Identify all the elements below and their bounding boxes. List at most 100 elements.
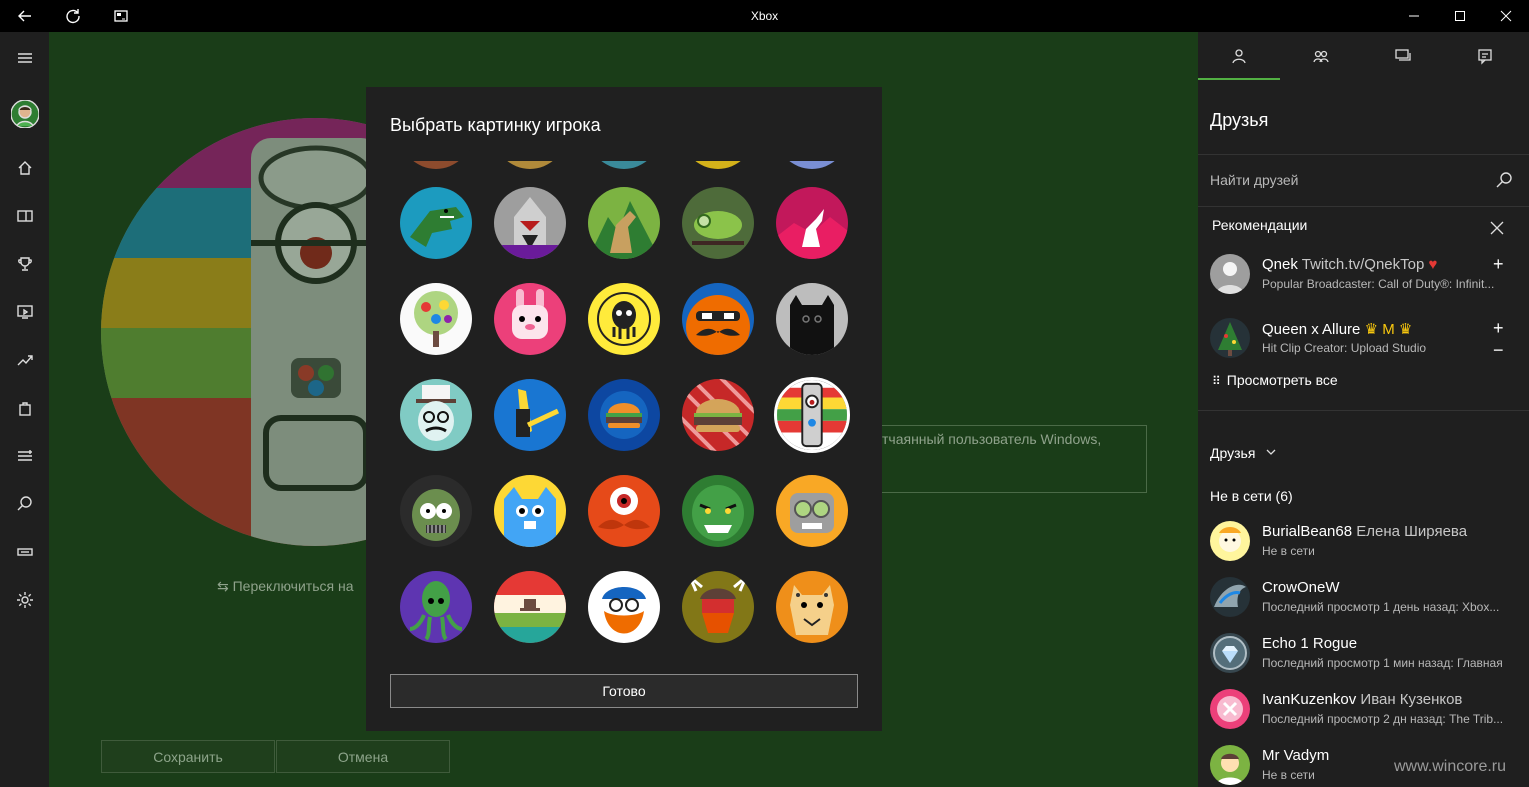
avatar	[1210, 577, 1250, 617]
switch-link-clip: ⇆ Переключиться на	[217, 572, 367, 602]
gamerpic-partial[interactable]	[494, 161, 566, 169]
gamerpic-mustache-face[interactable]	[682, 283, 754, 355]
gamerpic-burger-blue[interactable]	[588, 379, 660, 451]
gamerpic-partial[interactable]	[776, 161, 848, 169]
recommendation-name-line: Qnek Twitch.tv/QnekTop ♥	[1262, 256, 1437, 273]
presence-status: Не в сети	[1262, 544, 1315, 558]
gamerpic-orange-beard[interactable]	[588, 571, 660, 643]
friend-item[interactable]: BurialBean68 Елена Ширяева Не в сети	[1198, 521, 1529, 577]
gamerpic-partial[interactable]	[682, 161, 754, 169]
gamerpic-zombie[interactable]	[400, 475, 472, 547]
find-friends-input[interactable]: Найти друзей	[1210, 172, 1299, 188]
done-button[interactable]: Готово	[390, 674, 858, 708]
gamerpic-chameleon[interactable]	[682, 187, 754, 259]
gamerpic-shark-suit[interactable]	[494, 187, 566, 259]
gamerpic-cyclops[interactable]	[588, 475, 660, 547]
avatar	[1210, 689, 1250, 729]
gamertag: CrowOneW	[1262, 579, 1340, 596]
recommendation-item[interactable]: Queen x Allure ♛ M ♛ Hit Clip Creator: U…	[1198, 318, 1529, 374]
gamerpic-landscape-hat[interactable]	[494, 571, 566, 643]
friend-item[interactable]: CrowOneW Последний просмотр 1 день назад…	[1198, 577, 1529, 633]
choose-gamerpic-dialog: Выбрать картинку игрока Готово	[366, 87, 882, 731]
friends-title: Друзья	[1210, 110, 1269, 130]
divider	[1198, 206, 1529, 207]
gamerpic-cheetah[interactable]	[776, 571, 848, 643]
divider	[1198, 410, 1529, 411]
profile-avatar[interactable]	[0, 90, 49, 138]
connect-icon[interactable]	[0, 528, 49, 576]
trending-icon[interactable]	[0, 336, 49, 384]
window-title: Xbox	[750, 9, 779, 23]
gamerpic-blue-cat[interactable]	[494, 475, 566, 547]
friends-header-label: Друзья	[1210, 445, 1256, 461]
achievements-trophy-icon[interactable]	[0, 240, 49, 288]
recommendation-reason: Popular Broadcaster: Call of Duty®: Infi…	[1262, 277, 1495, 291]
gamerpic-banana-guitar[interactable]	[494, 379, 566, 451]
offline-header: Не в сети (6)	[1210, 488, 1293, 504]
presence-status: Последний просмотр 2 дн назад: The Trib.…	[1262, 712, 1504, 726]
gamerpic-robot-skull[interactable]	[776, 475, 848, 547]
gamerpic-partial[interactable]	[400, 161, 472, 169]
presence-status: Последний просмотр 1 мин назад: Главная	[1262, 656, 1503, 670]
gamerpic-viking[interactable]	[682, 571, 754, 643]
gamerpic-howling-wolf[interactable]	[588, 187, 660, 259]
maximize-button[interactable]	[1437, 0, 1483, 32]
gamerpic-squid[interactable]	[400, 571, 472, 643]
view-all-link[interactable]: ⠿ Просмотреть все	[1212, 372, 1338, 388]
gamerpic-gallery[interactable]	[366, 161, 882, 645]
settings-gear-icon[interactable]	[0, 576, 49, 624]
tab-friends[interactable]	[1198, 32, 1280, 80]
gamerpic-totem-selected[interactable]	[774, 377, 850, 453]
minimize-button[interactable]	[1391, 0, 1437, 32]
recommendation-item[interactable]: Qnek Twitch.tv/QnekTop ♥ Popular Broadca…	[1198, 254, 1529, 310]
friend-name-line: IvanKuzenkov Иван Кузенков	[1262, 691, 1462, 708]
avatar	[1210, 254, 1250, 294]
avatar	[1210, 633, 1250, 673]
game-dvr-icon[interactable]	[0, 288, 49, 336]
home-icon[interactable]	[0, 144, 49, 192]
tab-parties[interactable]	[1280, 32, 1362, 80]
switch-link[interactable]: ⇆ Переключиться на	[217, 578, 354, 595]
gamerpic-black-monster[interactable]	[776, 283, 848, 355]
add-friend-icon[interactable]: +	[1493, 254, 1504, 275]
friend-item[interactable]: Echo 1 Rogue Последний просмотр 1 мин на…	[1198, 633, 1529, 689]
add-friend-icon[interactable]: +	[1493, 318, 1504, 339]
gamerpic-skull-top-hat[interactable]	[400, 379, 472, 451]
left-nav	[0, 32, 49, 787]
save-button[interactable]: Сохранить	[101, 740, 275, 773]
search-icon[interactable]	[1494, 170, 1514, 190]
gamertag: Mr Vadym	[1262, 747, 1330, 764]
clubs-icon[interactable]	[0, 432, 49, 480]
friend-item[interactable]: IvanKuzenkov Иван Кузенков Последний про…	[1198, 689, 1529, 745]
search-icon[interactable]	[0, 480, 49, 528]
real-name: Иван Кузенков	[1360, 691, 1463, 708]
friends-panel: Друзья Найти друзей Рекомендации Qnek Tw…	[1198, 32, 1529, 787]
store-bag-icon[interactable]	[0, 384, 49, 432]
gamertag: BurialBean68	[1262, 523, 1353, 540]
gamertag: IvanKuzenkov	[1262, 691, 1357, 708]
gamerpic-burger-red[interactable]	[682, 379, 754, 451]
close-icon[interactable]	[1489, 220, 1505, 236]
tab-messages[interactable]	[1362, 32, 1444, 80]
divider	[1198, 154, 1529, 155]
cancel-button[interactable]: Отмена	[276, 740, 450, 773]
activity-feed-icon	[1478, 49, 1492, 65]
my-games-icon[interactable]	[0, 192, 49, 240]
view-all-label: Просмотреть все	[1226, 372, 1338, 388]
gamerpic-unicorn[interactable]	[776, 187, 848, 259]
bio-text: н, отчаянный пользователь Windows,	[859, 431, 1102, 447]
messages-icon	[1395, 49, 1411, 61]
real-name: Елена Ширяева	[1356, 523, 1468, 540]
gamerpic-yellow-octopus[interactable]	[588, 283, 660, 355]
gamerpic-green-goblin[interactable]	[682, 475, 754, 547]
gamerpic-t-rex[interactable]	[400, 187, 472, 259]
gamerpic-partial[interactable]	[588, 161, 660, 169]
gamerpic-pink-bunny[interactable]	[494, 283, 566, 355]
dismiss-icon[interactable]: −	[1493, 340, 1504, 361]
gamerpic-colorful-tree[interactable]	[400, 283, 472, 355]
tab-activity[interactable]	[1444, 32, 1526, 80]
recommendation-extra: Twitch.tv/QnekTop	[1301, 256, 1425, 273]
close-button[interactable]	[1483, 0, 1529, 32]
hamburger-menu-icon[interactable]	[0, 34, 49, 82]
friends-filter-dropdown[interactable]: Друзья	[1210, 445, 1277, 461]
